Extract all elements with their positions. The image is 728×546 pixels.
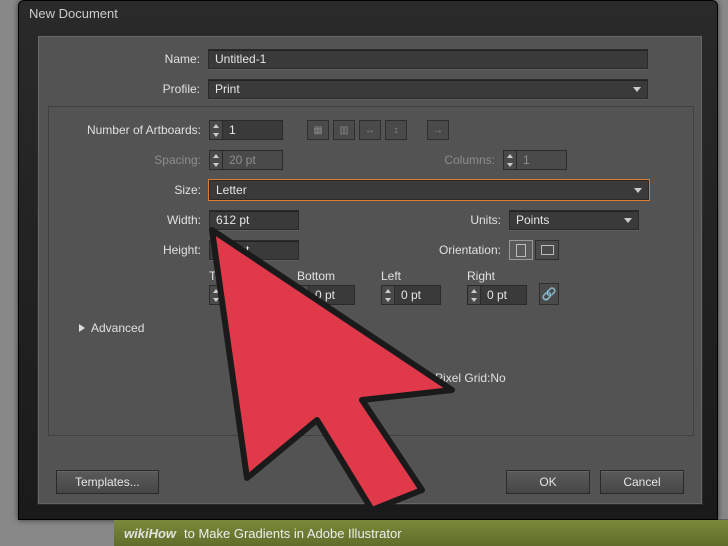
bleed-left-stepper[interactable]: 0 pt (381, 285, 441, 305)
ok-button[interactable]: OK (506, 470, 590, 494)
link-bleed-icon[interactable]: 🔗 (539, 283, 559, 305)
templates-button[interactable]: Templates... (56, 470, 159, 494)
stepper-down-icon[interactable] (382, 295, 394, 304)
window-title: New Document (19, 1, 717, 27)
bleed-right-value[interactable]: 0 pt (481, 285, 527, 305)
landscape-icon (541, 245, 554, 255)
bleed-bottom-label: BBottom (295, 269, 355, 283)
chevron-down-icon (633, 87, 641, 92)
size-value: Letter (216, 181, 247, 199)
artboards-label: Number of Artboards: (59, 123, 209, 137)
stepper-up-icon (210, 151, 222, 160)
stepper-down-icon (504, 160, 516, 169)
stepper-down-icon[interactable] (296, 295, 308, 304)
bleed-top-stepper[interactable]: 0 pt (209, 285, 269, 305)
stepper-down-icon[interactable] (210, 295, 222, 304)
units-select[interactable]: Points (509, 210, 639, 230)
width-input[interactable]: 612 pt (209, 210, 299, 230)
spacing-label: Spacing: (59, 153, 209, 167)
advanced-label: Advanced (91, 321, 144, 335)
bleed-bottom-value[interactable]: 0 pt (309, 285, 355, 305)
stepper-up-icon[interactable] (210, 286, 222, 295)
wikihow-banner: wikiHow to Make Gradients in Adobe Illus… (114, 520, 728, 546)
advanced-toggle[interactable]: Advanced (49, 313, 693, 343)
orientation-landscape-button[interactable] (535, 240, 559, 260)
stepper-up-icon[interactable] (382, 286, 394, 295)
stepper-up-icon[interactable] (468, 286, 480, 295)
size-label: Size: (59, 183, 209, 197)
orientation-label: Orientation: (299, 243, 509, 257)
units-value: Points (516, 211, 549, 229)
stepper-down-icon[interactable] (468, 295, 480, 304)
stepper-down-icon[interactable] (210, 130, 222, 139)
arrange-grid-row-icon[interactable]: ▦ (307, 120, 329, 140)
spacing-stepper: 20 pt (209, 150, 283, 170)
stepper-down-icon (210, 160, 222, 169)
bleed-right-label: Right (467, 269, 527, 283)
columns-label: Columns: (283, 153, 503, 167)
chevron-down-icon (624, 218, 632, 223)
portrait-icon (516, 244, 526, 257)
cancel-button[interactable]: Cancel (600, 470, 684, 494)
stepper-up-icon (504, 151, 516, 160)
name-input[interactable]: Untitled-1 (208, 49, 648, 69)
height-input[interactable]: 792 pt (209, 240, 299, 260)
bleed-left-value[interactable]: 0 pt (395, 285, 441, 305)
profile-select[interactable]: Print (208, 79, 648, 99)
artboards-stepper[interactable]: 1 (209, 120, 283, 140)
banner-title: to Make Gradients in Adobe Illustrator (184, 526, 402, 541)
triangle-right-icon (79, 324, 85, 332)
document-settings-group: Number of Artboards: 1 ▦ ▥ ↔ ↕ → Spacing… (48, 106, 694, 436)
spacing-value: 20 pt (223, 150, 283, 170)
profile-label: Profile: (48, 82, 208, 96)
stepper-up-icon[interactable] (296, 286, 308, 295)
banner-brand: wikiHow (124, 526, 176, 541)
arrange-col-icon[interactable]: ↕ (385, 120, 407, 140)
bleed-left-label: Left (381, 269, 441, 283)
bleed-top-value[interactable]: 0 pt (223, 285, 269, 305)
dialog-body: Name: Untitled-1 Profile: Print Number o… (37, 35, 703, 505)
bleed-top-label: Top (209, 269, 269, 283)
artboards-value[interactable]: 1 (223, 120, 283, 140)
arrange-grid-col-icon[interactable]: ▥ (333, 120, 355, 140)
bleed-bottom-stepper[interactable]: 0 pt (295, 285, 355, 305)
name-label: Name: (48, 52, 208, 66)
columns-stepper: 1 (503, 150, 567, 170)
dialog-button-bar: Templates... OK Cancel (38, 470, 702, 494)
columns-value: 1 (517, 150, 567, 170)
bleed-right-stepper[interactable]: 0 pt (467, 285, 527, 305)
arrange-direction-icon[interactable]: → (427, 120, 449, 140)
profile-value: Print (215, 80, 240, 98)
dialog-window: New Document Name: Untitled-1 Profile: P… (18, 0, 718, 520)
width-label: Width: (59, 213, 209, 227)
mode-info-line: Color Mode:CMYK, PPI:300, Align to Pixel… (49, 371, 693, 385)
height-label: Height: (59, 243, 209, 257)
stepper-up-icon[interactable] (210, 121, 222, 130)
units-label: Units: (299, 213, 509, 227)
size-select[interactable]: Letter (209, 180, 649, 200)
orientation-portrait-button[interactable] (509, 240, 533, 260)
arrange-row-icon[interactable]: ↔ (359, 120, 381, 140)
chevron-down-icon (634, 188, 642, 193)
